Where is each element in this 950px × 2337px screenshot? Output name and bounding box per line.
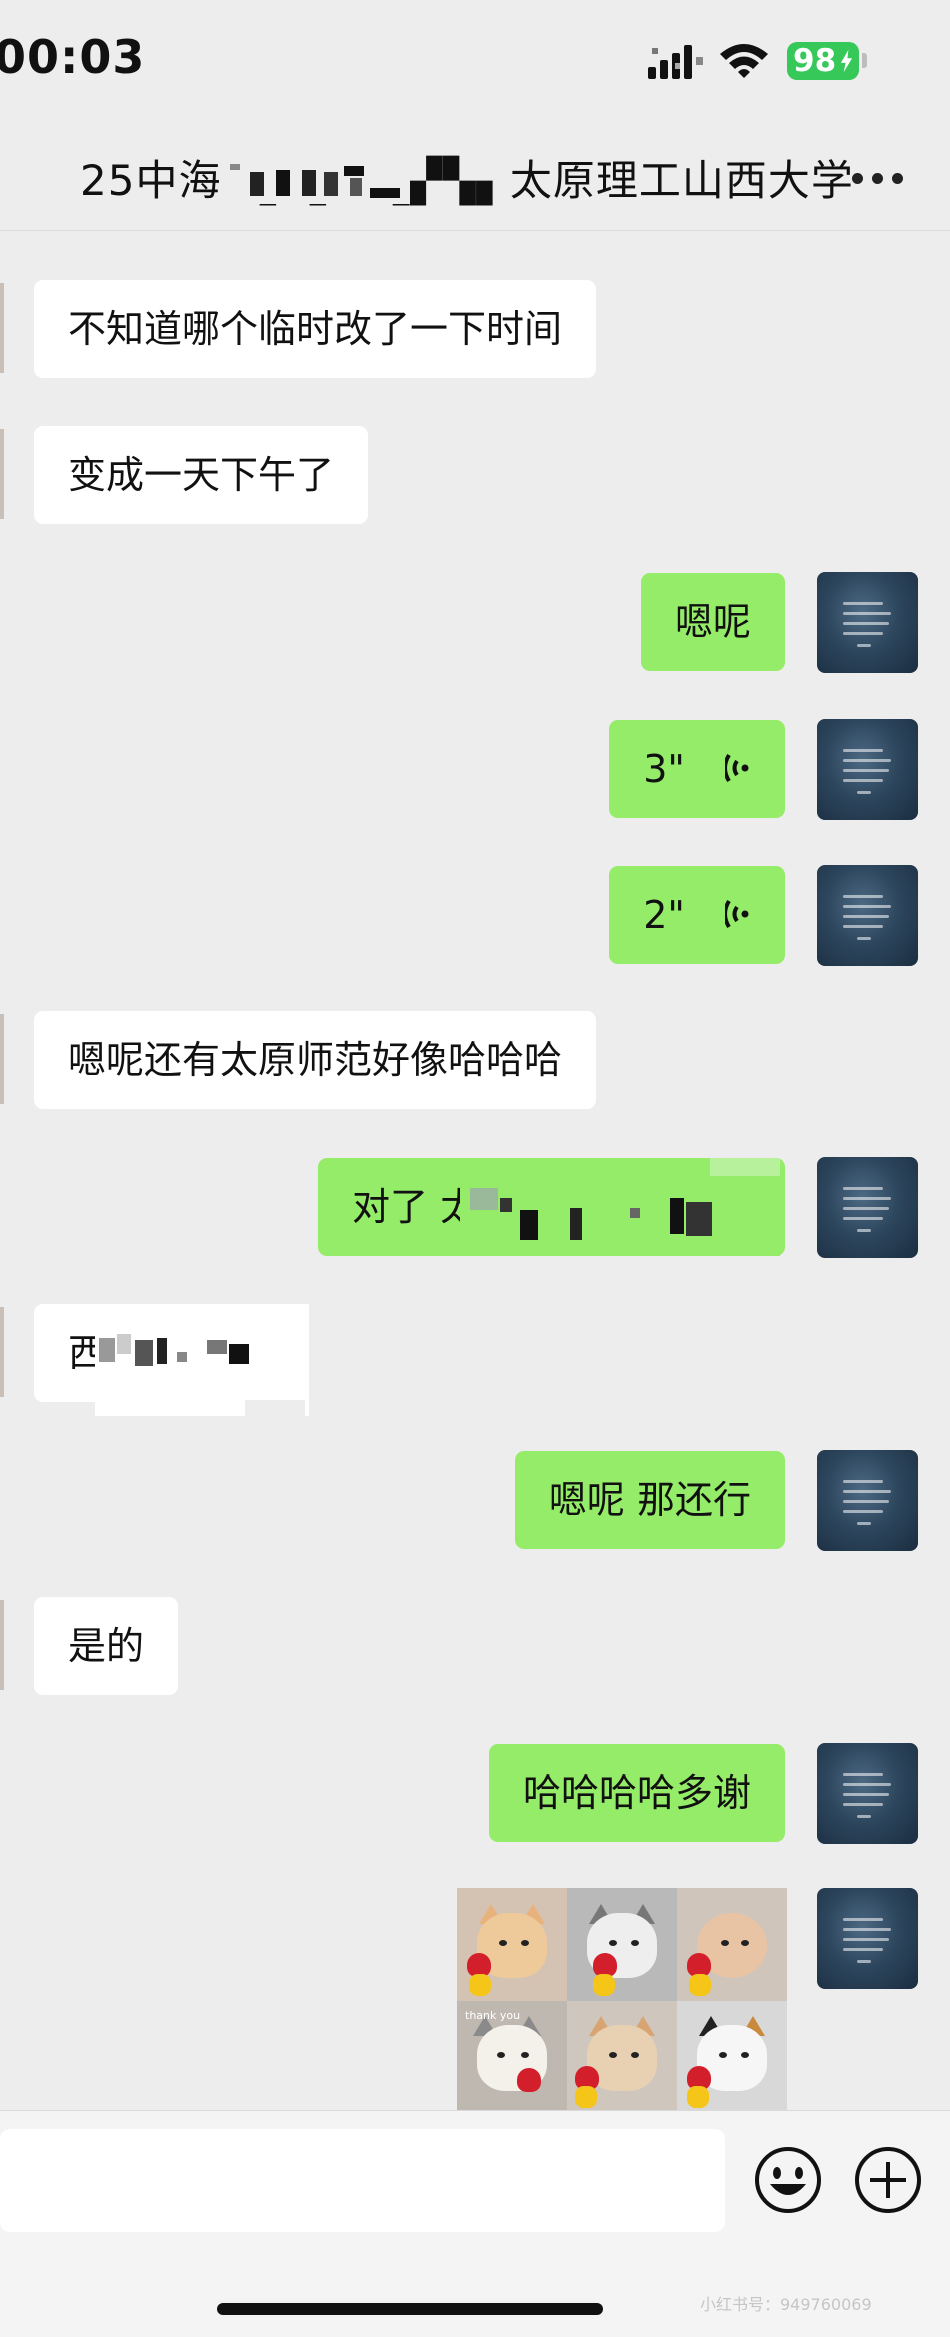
message-bubble-sent[interactable]: 嗯呢 那还行 (514, 1451, 785, 1549)
cat-sticker-image (567, 1888, 677, 2001)
voice-wave-icon (725, 753, 749, 782)
sticker-caption: thank you (465, 2008, 521, 2022)
cat-sticker-image (457, 1888, 567, 2001)
redaction-mosaic (95, 1304, 309, 1416)
avatar-edge (0, 1600, 4, 1690)
more-dots-icon[interactable] (852, 173, 904, 191)
avatar-edge (0, 1014, 4, 1104)
avatar[interactable] (817, 1888, 918, 1989)
message-text: 变成一天下午了 (68, 453, 335, 497)
avatar-edge (0, 429, 4, 519)
cat-sticker-image (567, 2000, 677, 2113)
plus-circle-icon[interactable] (852, 2144, 924, 2216)
message-bubble-sent[interactable]: 哈哈哈哈多谢 (488, 1744, 785, 1842)
battery-tip (862, 53, 867, 68)
redaction-mosaic (220, 154, 410, 204)
home-indicator[interactable] (217, 2303, 603, 2315)
avatar[interactable] (817, 1743, 918, 1844)
message-bubble-received[interactable]: 嗯呢还有太原师范好像哈哈哈 (34, 1011, 597, 1109)
watermark: 小红书号：949760069 (700, 2295, 872, 2314)
message-bubble-sent[interactable]: 嗯呢 (640, 573, 785, 671)
wifi-icon (720, 44, 768, 78)
voice-wave-icon (725, 899, 749, 928)
message-text: 是的 (68, 1624, 145, 1668)
message-text: 不知道哪个临时改了一下时间 (68, 307, 563, 351)
chat-header: 25中海ˇ▚▝▖▘▗▞▚▖太原理工山西大学 (0, 135, 950, 231)
status-bar: 00:03 98 (0, 0, 950, 135)
message-bubble-received[interactable]: 是的 (34, 1597, 179, 1695)
status-time: 00:03 (0, 30, 146, 84)
voice-duration: 2" (643, 893, 685, 937)
message-input[interactable] (0, 2129, 725, 2232)
voice-message[interactable]: 2" (609, 866, 785, 964)
message-text: 嗯呢 (674, 600, 751, 644)
cat-sticker-image: thank you (457, 2000, 567, 2113)
avatar[interactable] (817, 1450, 918, 1551)
cat-sticker-image (677, 2000, 787, 2113)
avatar-edge (0, 1307, 4, 1397)
battery-level: 98 (793, 43, 837, 79)
avatar[interactable] (817, 719, 918, 820)
message-text: 哈哈哈哈多谢 (522, 1771, 751, 1815)
message-bubble-received[interactable]: 不知道哪个临时改了一下时间 (34, 280, 597, 378)
voice-message[interactable]: 3" (609, 720, 785, 818)
input-bar: 小红书号：949760069 (0, 2110, 950, 2337)
avatar-edge (0, 283, 4, 373)
smiley-icon[interactable] (752, 2144, 824, 2216)
battery-indicator: 98 (787, 42, 859, 80)
avatar[interactable] (817, 1157, 918, 1258)
charging-bolt-icon (840, 49, 853, 73)
voice-duration: 3" (643, 747, 685, 791)
sticker-message[interactable]: thank you (457, 1888, 787, 2113)
chat-title: 25中海ˇ▚▝▖▘▗▞▚▖太原理工山西大学 (80, 156, 854, 205)
message-text: 嗯呢 那还行 (548, 1478, 751, 1522)
avatar[interactable] (817, 865, 918, 966)
cat-sticker-image (677, 1888, 787, 2001)
redaction-mosaic (460, 1158, 780, 1256)
avatar[interactable] (817, 572, 918, 673)
cellular-signal-icon (648, 45, 703, 79)
message-bubble-received[interactable]: 变成一天下午了 (34, 426, 369, 524)
message-text: 嗯呢还有太原师范好像哈哈哈 (68, 1038, 563, 1082)
